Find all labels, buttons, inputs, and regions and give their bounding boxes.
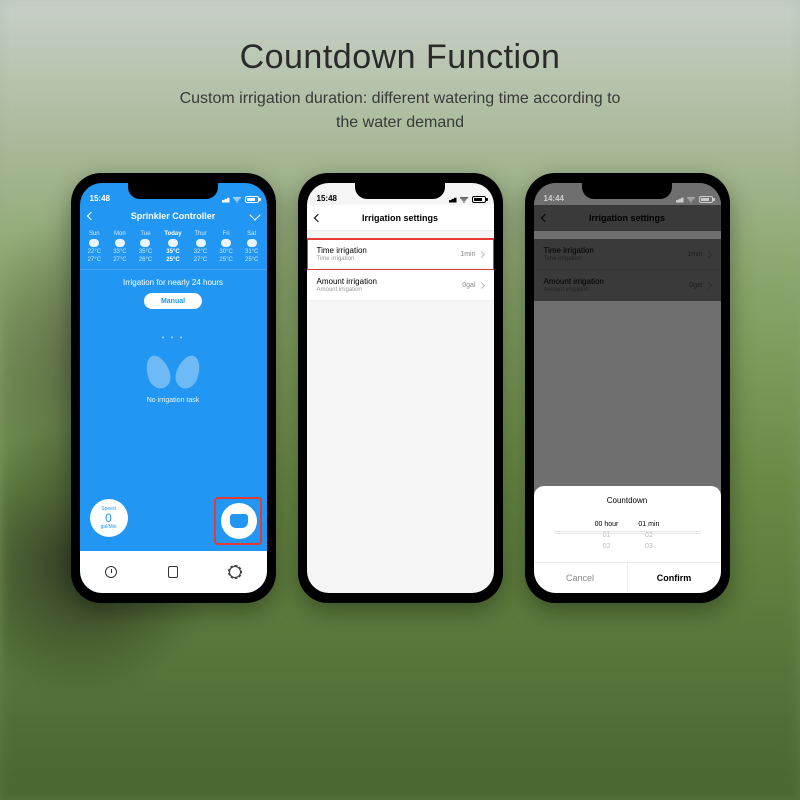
signal-icon [447,197,457,203]
forecast-day: Tue35°C26°C [139,231,152,263]
forecast-strip: Sun22°C27°C Mon33°C27°C Tue35°C26°C Today35… [80,227,267,270]
countdown-sheet: Countdown 00 hour 01 02 01 min 02 03 Can… [534,486,721,593]
status-time: 15:48 [90,194,110,203]
section-title: Irrigation for nearly 24 hours [80,278,267,287]
hero-title: Countdown Function [0,38,800,77]
speed-badge: Speed 0 gal/Min [90,499,128,537]
row-title: Time irrigation [317,246,367,255]
app-header: Irrigation settings [307,205,494,231]
row-subtitle: Amount irrigation [317,287,377,293]
settings-list: Time irrigation Time irrigation 1min Amo… [307,239,494,301]
page-title: Sprinkler Controller [131,211,216,221]
edit-button[interactable] [251,211,259,221]
forecast-day: Mon33°C27°C [113,231,126,263]
forecast-day: Fri30°C25°C [219,231,232,263]
row-value: 1min [460,251,475,258]
wifi-icon [687,196,696,203]
forecast-day: Sat31°C25°C [245,231,258,263]
row-value: 0gal [462,282,475,289]
leaf-illustration: • • • [143,339,203,389]
page-title: Irrigation settings [362,213,438,223]
status-time: 14:44 [544,194,564,203]
wifi-icon [233,196,242,203]
time-picker[interactable]: 00 hour 01 02 01 min 02 03 [534,515,721,562]
bottom-nav [80,551,267,593]
phone-settings: 15:48 Irrigation settings Time irrigatio… [298,173,503,603]
forecast-day: Today35°C25°C [164,231,181,263]
hero-subtitle: Custom irrigation duration: different wa… [0,87,800,135]
signal-icon [674,197,684,203]
battery-icon [245,196,259,203]
highlight-fab [214,497,262,545]
back-button[interactable] [315,213,321,223]
confirm-button[interactable]: Confirm [628,563,721,593]
no-task-label: No irrigation task [80,397,267,404]
app-header: Sprinkler Controller [80,205,267,227]
row-subtitle: Time irrigation [317,256,367,262]
row-amount-irrigation[interactable]: Amount irrigation Amount irrigation 0gal [307,270,494,301]
chevron-right-icon [477,281,484,288]
forecast-day: Sun22°C27°C [88,231,101,263]
signal-icon [220,197,230,203]
chevron-right-icon [477,250,484,257]
forecast-day: Thur32°C27°C [194,231,207,263]
alarm-icon[interactable] [105,566,117,578]
wifi-icon [460,196,469,203]
row-time-irrigation[interactable]: Time irrigation Time irrigation 1min [307,239,494,270]
back-button[interactable] [88,211,94,221]
row-title: Amount irrigation [317,277,377,286]
phone-sprinkler: 15:48 Sprinkler Controller Sun22°C27°C Mo… [71,173,276,603]
settings-icon[interactable] [229,566,241,578]
phone-countdown-picker: 14:44 Irrigation settings Time irrigatio… [525,173,730,603]
cancel-button[interactable]: Cancel [534,563,628,593]
status-time: 15:48 [317,194,337,203]
manual-button[interactable]: Manual [144,293,202,309]
battery-icon [699,196,713,203]
minute-picker[interactable]: 01 min 02 03 [638,521,659,550]
hour-picker[interactable]: 00 hour 01 02 [595,521,619,550]
sheet-title: Countdown [534,496,721,515]
notes-icon[interactable] [168,566,178,578]
battery-icon [472,196,486,203]
